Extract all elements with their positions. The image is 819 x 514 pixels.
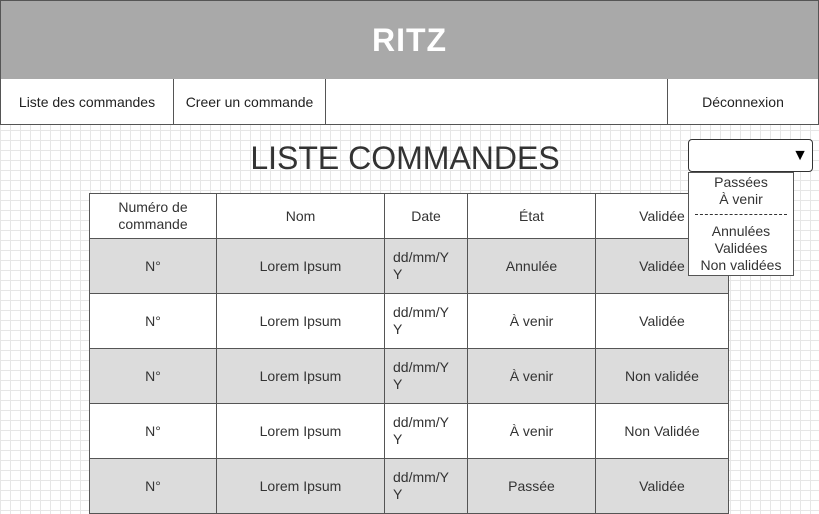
cell-order-number: N° [89,293,217,349]
table-row[interactable]: N° Lorem Ipsum dd/mm/YY Annulée Validée [89,238,729,294]
cell-name: Lorem Ipsum [216,293,385,349]
cell-date: dd/mm/YY [384,458,468,514]
cell-date: dd/mm/YY [384,293,468,349]
cell-status: À venir [467,403,596,459]
logout-button[interactable]: Déconnexion [667,79,818,124]
table-row[interactable]: N° Lorem Ipsum dd/mm/YY À venir Non Vali… [89,403,729,459]
cell-name: Lorem Ipsum [216,403,385,459]
table-row[interactable]: N° Lorem Ipsum dd/mm/YY Passée Validée [89,458,729,514]
page-title: LISTE COMMANDES [250,140,560,176]
cell-validated: Validée [595,293,729,349]
cell-validated: Validée [595,458,729,514]
cell-status: À venir [467,293,596,349]
cell-validated: Non validée [595,348,729,404]
cell-date: dd/mm/YY [384,403,468,459]
orders-table: Numéro de commande Nom Date État Validée… [89,193,729,514]
nav-bar: Liste des commandes Creer un commande Dé… [0,79,819,125]
nav-item-create-order[interactable]: Creer un commande [174,79,326,124]
filter-separator [695,214,787,215]
cell-status: Passée [467,458,596,514]
cell-status: À venir [467,348,596,404]
app-title: RITZ [371,21,448,58]
filter-option-cancelled[interactable]: Annulées [689,223,793,240]
app-header: RITZ [0,0,819,80]
column-header-status: État [467,193,596,239]
cell-name: Lorem Ipsum [216,348,385,404]
cell-order-number: N° [89,403,217,459]
table-header-row: Numéro de commande Nom Date État Validée [89,193,729,239]
filter-option-validated[interactable]: Validées [689,240,793,257]
table-row[interactable]: N° Lorem Ipsum dd/mm/YY À venir Non vali… [89,348,729,404]
column-header-name: Nom [216,193,385,239]
filter-option-upcoming[interactable]: À venir [689,191,793,208]
cell-order-number: N° [89,238,217,294]
cell-name: Lorem Ipsum [216,458,385,514]
nav-spacer [325,79,668,124]
chevron-down-icon[interactable]: ▼ [792,147,808,165]
filter-option-past[interactable]: Passées [689,174,793,191]
column-header-order-number: Numéro de commande [89,193,217,239]
cell-date: dd/mm/YY [384,348,468,404]
cell-validated: Non Validée [595,403,729,459]
table-row[interactable]: N° Lorem Ipsum dd/mm/YY À venir Validée [89,293,729,349]
nav-item-order-list[interactable]: Liste des commandes [1,79,174,124]
filter-select[interactable]: ▼ [688,139,813,172]
cell-name: Lorem Ipsum [216,238,385,294]
column-header-date: Date [384,193,468,239]
filter-option-not-validated[interactable]: Non validées [689,257,793,274]
cell-date: dd/mm/YY [384,238,468,294]
cell-status: Annulée [467,238,596,294]
cell-order-number: N° [89,458,217,514]
cell-order-number: N° [89,348,217,404]
filter-dropdown-menu: Passées À venir Annulées Validées Non va… [688,172,794,276]
